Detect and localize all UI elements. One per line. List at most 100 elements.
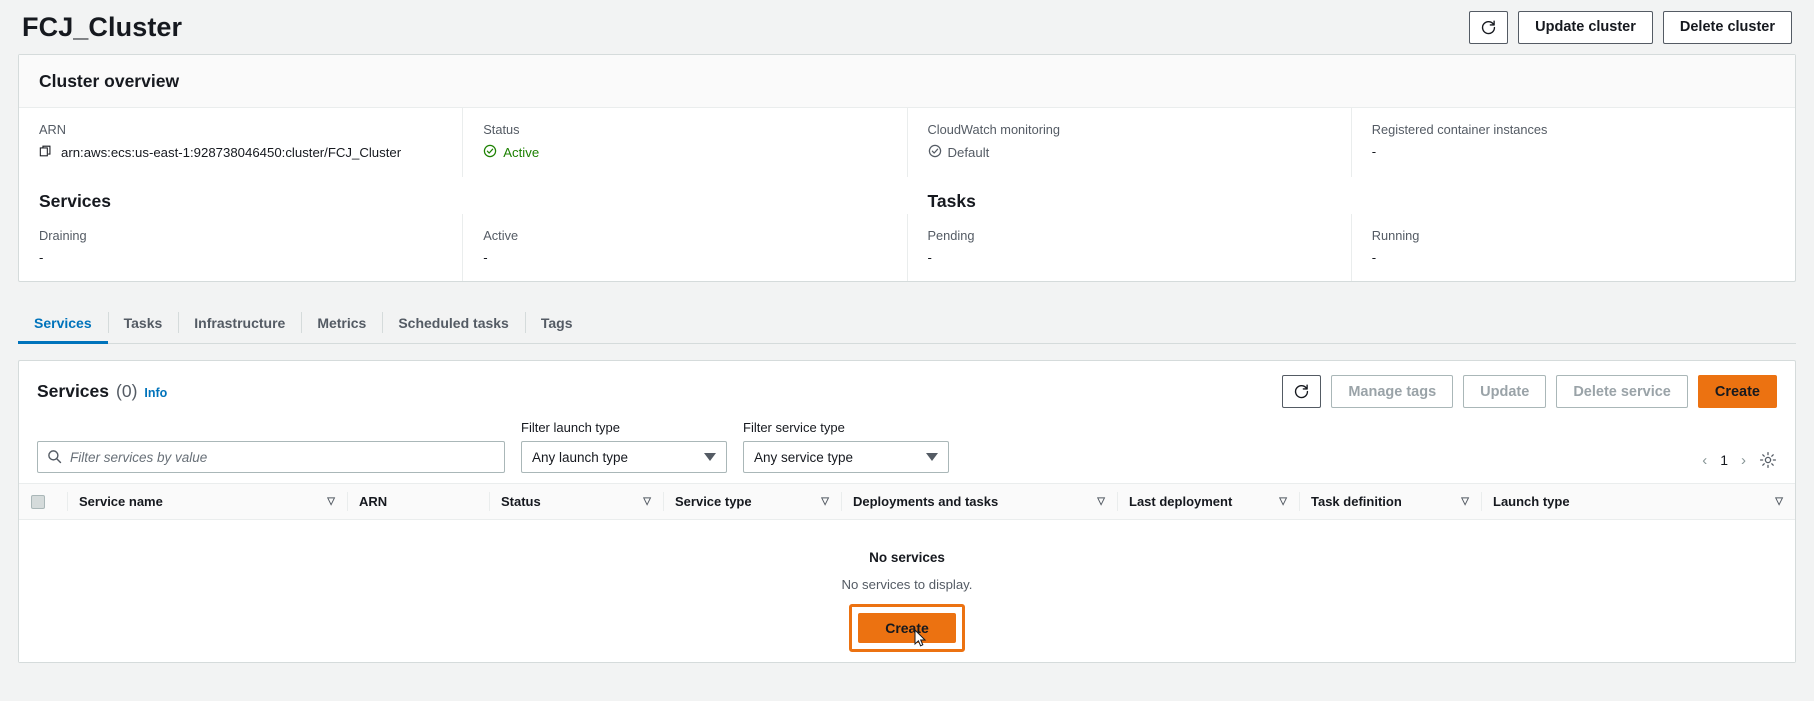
sort-icon: ▽ — [1461, 496, 1469, 507]
metric-label: Active — [483, 228, 519, 243]
overview-field-arn: ARN arn:aws:ecs:us-east-1:928738046450:c… — [19, 108, 462, 177]
column-label: ARN — [359, 494, 388, 509]
overview-field-registered-instances: Registered container instances - — [1350, 108, 1795, 177]
search-input[interactable] — [37, 441, 505, 473]
column-label: Last deployment — [1129, 494, 1233, 509]
empty-state-subtitle: No services to display. — [841, 577, 973, 592]
metric-value: - — [483, 250, 488, 265]
field-label: Status — [483, 122, 520, 137]
service-type-filter-label: Filter service type — [743, 420, 845, 435]
metric-label: Pending — [927, 228, 975, 243]
update-cluster-button[interactable]: Update cluster — [1518, 10, 1653, 44]
tab-tags[interactable]: Tags — [524, 302, 589, 343]
cluster-overview-body: ARN arn:aws:ecs:us-east-1:928738046450:c… — [19, 108, 1795, 281]
check-circle-icon — [928, 144, 942, 161]
search-wrapper — [37, 441, 505, 473]
metric-label: Draining — [39, 228, 87, 243]
tab-scheduled-tasks[interactable]: Scheduled tasks — [382, 302, 525, 343]
services-title: Services — [37, 381, 110, 401]
services-filters: Filter launch type Any launch type Filte… — [19, 420, 1795, 483]
overview-fields-row: ARN arn:aws:ecs:us-east-1:928738046450:c… — [19, 108, 1795, 177]
refresh-icon — [1480, 19, 1497, 36]
delete-cluster-button[interactable]: Delete cluster — [1662, 10, 1792, 44]
column-label: Service type — [675, 494, 752, 509]
column-task-definition[interactable]: Task definition ▽ — [1299, 483, 1481, 520]
cloudwatch-badge: Default — [928, 144, 989, 161]
tab-infrastructure[interactable]: Infrastructure — [178, 302, 301, 343]
table-header-row: Service name ▽ ARN Status ▽ Service type… — [19, 483, 1795, 520]
copy-icon[interactable] — [39, 144, 53, 161]
select-all-checkbox[interactable] — [31, 494, 45, 509]
services-count: (0) — [116, 381, 138, 401]
group-title-services: Services — [39, 191, 112, 211]
overview-field-cloudwatch: CloudWatch monitoring Default — [906, 108, 1351, 177]
column-label: Service name — [79, 494, 163, 509]
launch-type-select[interactable]: Any launch type — [521, 441, 727, 473]
pagination: ‹ 1 › — [1699, 451, 1777, 473]
cluster-overview-card: Cluster overview ARN arn:aws:ecs:us-east… — [18, 54, 1796, 282]
empty-state-create-button[interactable]: Create — [858, 613, 956, 643]
search-icon — [47, 449, 62, 464]
service-type-select[interactable]: Any service type — [743, 441, 949, 473]
service-type-filter-group: Filter service type Any service type — [743, 420, 949, 473]
field-label: Registered container instances — [1371, 122, 1548, 137]
metric-tasks-running: Running - — [1350, 214, 1795, 281]
manage-tags-button: Manage tags — [1331, 375, 1454, 408]
column-label: Launch type — [1493, 494, 1570, 509]
refresh-services-button[interactable] — [1282, 375, 1322, 408]
status-badge: Active — [483, 144, 539, 161]
column-last-deployment[interactable]: Last deployment ▽ — [1117, 483, 1299, 520]
column-status[interactable]: Status ▽ — [489, 483, 663, 520]
metric-value: - — [927, 250, 932, 265]
column-launch-type[interactable]: Launch type ▽ — [1481, 483, 1795, 520]
tab-tasks[interactable]: Tasks — [107, 302, 179, 343]
info-link[interactable]: Info — [144, 386, 167, 400]
services-actions: Manage tags Update Delete service Create — [1282, 375, 1777, 408]
tab-metrics[interactable]: Metrics — [301, 302, 382, 343]
delete-service-button: Delete service — [1556, 375, 1688, 408]
field-value: - — [1371, 144, 1377, 159]
metric-services-draining: Draining - — [19, 214, 462, 281]
field-label: CloudWatch monitoring — [927, 122, 1061, 137]
group-title-tasks: Tasks — [927, 191, 976, 211]
refresh-cluster-button[interactable] — [1469, 10, 1509, 44]
overview-metrics-row: Draining - Active - Pending - Running - — [19, 214, 1795, 281]
pagination-next[interactable]: › — [1738, 452, 1749, 469]
field-value: Default — [928, 144, 1331, 161]
empty-state: No services No services to display. Crea… — [19, 520, 1795, 662]
tab-services[interactable]: Services — [18, 302, 108, 344]
refresh-icon — [1293, 383, 1310, 400]
metric-label: Running — [1371, 228, 1420, 243]
group-title-services-wrap: Services — [19, 177, 907, 214]
cluster-overview-title: Cluster overview — [39, 71, 180, 91]
column-service-type[interactable]: Service type ▽ — [663, 483, 841, 520]
metric-tasks-pending: Pending - — [906, 214, 1351, 281]
pagination-prev[interactable]: ‹ — [1699, 452, 1710, 469]
sort-icon: ▽ — [327, 496, 335, 507]
group-title-tasks-wrap: Tasks — [907, 177, 1796, 214]
column-deployments-and-tasks[interactable]: Deployments and tasks ▽ — [841, 483, 1117, 520]
status-text: Active — [503, 145, 540, 160]
column-label: Deployments and tasks — [853, 494, 999, 509]
create-service-button[interactable]: Create — [1697, 375, 1777, 408]
overview-group-titles: Services Tasks — [19, 177, 1795, 214]
launch-type-filter-label: Filter launch type — [521, 420, 620, 435]
launch-type-value: Any launch type — [532, 449, 629, 465]
pagination-page[interactable]: 1 — [1720, 452, 1728, 468]
ecs-cluster-page: FCJ_Cluster Update cluster Delete cluste… — [0, 0, 1814, 701]
services-panel-header: Services (0) Info Manage tags Update Del… — [19, 361, 1795, 420]
sort-icon: ▽ — [643, 496, 651, 507]
launch-type-filter-group: Filter launch type Any launch type — [521, 420, 727, 473]
column-label: Task definition — [1311, 494, 1402, 509]
metric-value: - — [1371, 250, 1377, 265]
sort-icon: ▽ — [1775, 496, 1783, 507]
column-arn[interactable]: ARN — [347, 483, 489, 520]
chevron-down-icon — [704, 453, 716, 461]
page-header: FCJ_Cluster Update cluster Delete cluste… — [0, 0, 1814, 54]
services-table: Service name ▽ ARN Status ▽ Service type… — [19, 483, 1795, 520]
column-service-name[interactable]: Service name ▽ — [67, 483, 347, 520]
sort-icon: ▽ — [1279, 496, 1287, 507]
gear-icon[interactable] — [1759, 451, 1777, 469]
create-button-highlight: Create — [849, 604, 965, 652]
sort-icon: ▽ — [821, 496, 829, 507]
